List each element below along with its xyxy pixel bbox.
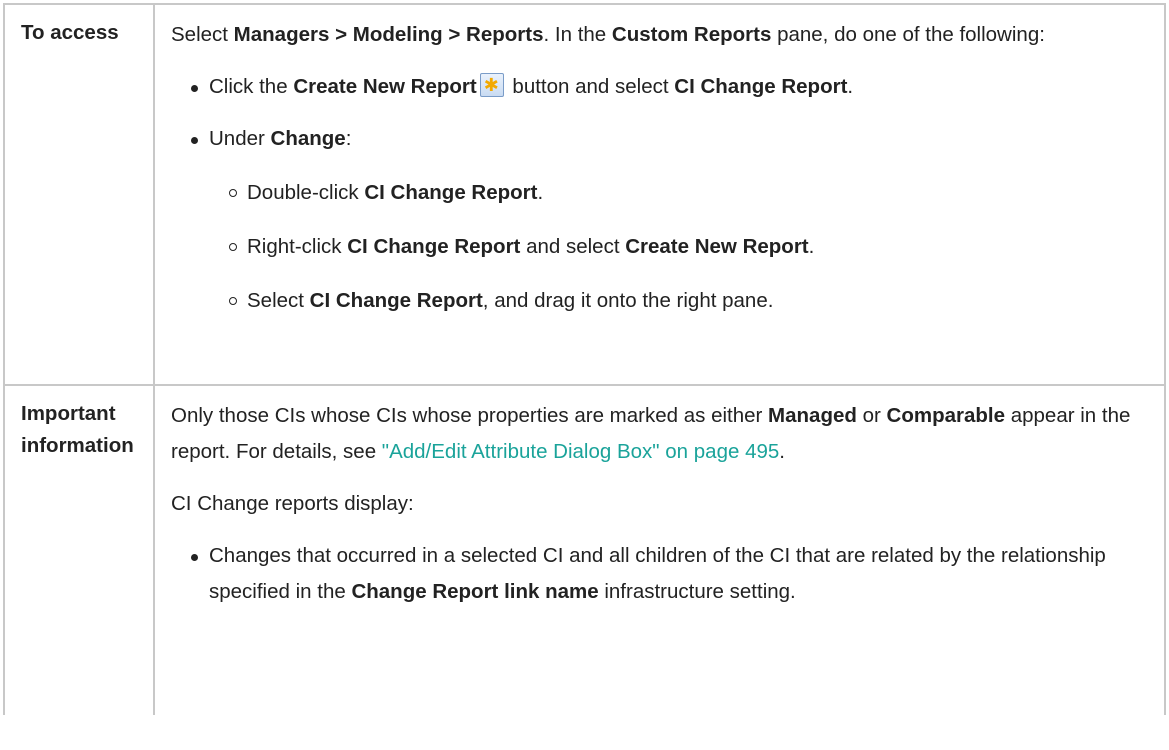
menu-path: Managers > Modeling > Reports [233,23,544,46]
list-item: Right-click CI Change Report and select … [229,229,1146,265]
important-info-label: Important information [3,384,155,715]
list-item: Select CI Change Report, and drag it ont… [229,283,1146,319]
list-item: Click the Create New Report button and s… [191,67,1146,105]
important-para: Only those CIs whose CIs whose propertie… [171,404,1131,463]
access-intro: Select Managers > Modeling > Reports. In… [171,23,1045,46]
list-item: Double-click CI Change Report. [229,175,1146,211]
table-row: To access Select Managers > Modeling > R… [3,3,1166,386]
important-info-content: Only those CIs whose CIs whose propertie… [153,384,1166,715]
reports-display-text: CI Change reports display: [171,492,414,515]
to-access-content: Select Managers > Modeling > Reports. In… [153,3,1166,386]
display-list: Changes that occurred in a selected CI a… [171,538,1146,610]
sub-steps: Double-click CI Change Report. Right-cli… [209,175,1146,319]
list-item: Under Change: Double-click CI Change Rep… [191,121,1146,319]
list-item: Changes that occurred in a selected CI a… [191,538,1146,610]
attribute-dialog-link[interactable]: "Add/Edit Attribute Dialog Box" on page … [382,440,780,463]
to-access-label: To access [3,3,155,386]
access-steps: Click the Create New Report button and s… [171,67,1146,319]
info-table: To access Select Managers > Modeling > R… [3,3,1166,715]
table-row: Important information Only those CIs who… [3,384,1166,715]
create-new-report-icon [479,67,504,103]
pane-name: Custom Reports [611,23,772,46]
